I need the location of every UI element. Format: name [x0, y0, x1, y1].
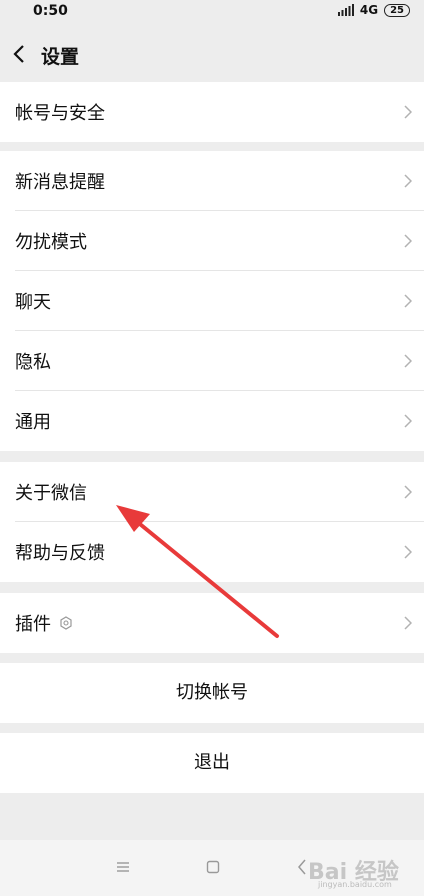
chevron-right-icon: [404, 105, 412, 119]
chevron-right-icon: [404, 616, 412, 630]
menu-item-chat[interactable]: 聊天: [0, 271, 424, 331]
chevron-right-icon: [404, 294, 412, 308]
chevron-right-icon: [404, 174, 412, 188]
menu-item-label: 隐私: [15, 352, 51, 373]
watermark-url: jingyan.baidu.com: [318, 880, 392, 889]
back-icon[interactable]: [12, 44, 26, 64]
plugins-group: 插件: [0, 593, 424, 653]
menu-item-label: 插件: [15, 614, 51, 635]
chevron-right-icon: [404, 545, 412, 559]
chevron-right-icon: [404, 354, 412, 368]
page-title: 设置: [41, 46, 80, 68]
menu-item-label: 勿扰模式: [15, 232, 87, 253]
menu-item-label: 新消息提醒: [15, 172, 105, 193]
about-group: 关于微信 帮助与反馈: [0, 462, 424, 582]
menu-item-label: 通用: [15, 412, 51, 433]
menu-item-plugins[interactable]: 插件: [0, 593, 424, 653]
chevron-right-icon: [404, 414, 412, 428]
menu-item-privacy[interactable]: 隐私: [0, 331, 424, 391]
switch-account-button[interactable]: 切换帐号: [0, 663, 424, 723]
system-back-icon[interactable]: [297, 859, 307, 875]
logout-button[interactable]: 退出: [0, 733, 424, 793]
chevron-right-icon: [404, 234, 412, 248]
account-group: 帐号与安全: [0, 82, 424, 142]
status-time: 0:50: [33, 3, 68, 19]
home-icon[interactable]: [206, 860, 220, 874]
battery-icon: 25: [384, 3, 410, 17]
menu-icon[interactable]: [116, 860, 130, 874]
menu-item-about-wechat[interactable]: 关于微信: [0, 462, 424, 522]
menu-item-label: 帐号与安全: [15, 103, 105, 124]
menu-item-help-feedback[interactable]: 帮助与反馈: [0, 522, 424, 582]
menu-item-label: 帮助与反馈: [15, 543, 105, 564]
menu-item-label: 聊天: [15, 292, 51, 313]
status-indicators: 4G 25: [337, 3, 410, 17]
menu-item-do-not-disturb[interactable]: 勿扰模式: [0, 211, 424, 271]
chevron-right-icon: [404, 485, 412, 499]
status-bar: 0:50 4G 25: [0, 0, 424, 24]
menu-item-label: 关于微信: [15, 483, 87, 504]
menu-item-new-message-alerts[interactable]: 新消息提醒: [0, 151, 424, 211]
signal-icon: [337, 4, 354, 16]
nav-bar: 设置: [0, 24, 424, 82]
general-group: 新消息提醒 勿扰模式 聊天 隐私 通用: [0, 151, 424, 451]
system-nav-bar: Bai 经验 jingyan.baidu.com: [0, 840, 424, 896]
plugin-icon: [60, 616, 72, 630]
menu-item-account-security[interactable]: 帐号与安全: [0, 82, 424, 142]
menu-item-general[interactable]: 通用: [0, 391, 424, 451]
network-type: 4G: [359, 3, 379, 17]
